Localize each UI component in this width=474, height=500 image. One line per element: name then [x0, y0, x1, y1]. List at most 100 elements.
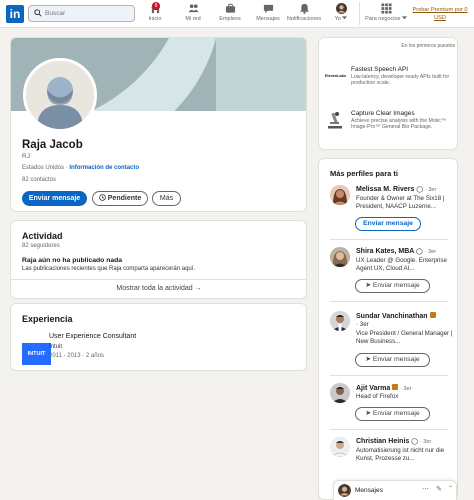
experience-role: User Experience Consultant: [49, 333, 137, 340]
person-avatar-1[interactable]: [330, 185, 350, 205]
person-name-2-text: Shira Kates, MBA: [356, 248, 415, 255]
people-icon: [187, 4, 199, 13]
search-input[interactable]: [45, 7, 133, 20]
person-name-3-text: Sundar Vanchinathan: [356, 313, 428, 320]
person-degree-4: · 3er: [400, 386, 412, 392]
arrow-right-icon: →: [194, 285, 202, 292]
ad-title-2[interactable]: Capture Clear Images: [351, 110, 415, 117]
contact-info-link[interactable]: Información de contacto: [69, 165, 139, 171]
ads-card: En los primeros puestos ElevenLabs Faste…: [318, 37, 458, 150]
contacts-count[interactable]: 82 contactos: [22, 177, 56, 183]
person-degree-1: · 3er: [425, 187, 437, 193]
person-headline-2: UX Leader @ Google. Enterprise Agent UX,…: [356, 257, 447, 272]
experience-company: Intuit: [49, 344, 63, 350]
profile-name: Raja Jacob: [22, 139, 83, 151]
ad-logo-2[interactable]: [325, 110, 345, 130]
compose-icon[interactable]: ✎: [436, 485, 442, 493]
person-message-button-2[interactable]: ➤ Enviar mensaje: [355, 279, 430, 293]
profile-location-line: Estados Unidos · Información de contacto: [22, 165, 139, 171]
briefcase-icon: [225, 3, 235, 13]
person-avatar-4[interactable]: [330, 383, 350, 403]
nav-network[interactable]: Mi red: [180, 3, 206, 22]
nav-notifications[interactable]: Notificaciones: [285, 3, 323, 22]
verified-icon: ◯: [411, 439, 418, 445]
company-logo[interactable]: INTUIT: [22, 343, 51, 365]
show-all-activity-label: Mostrar toda la actividad: [116, 285, 193, 292]
nav-me-label: Yo: [334, 16, 341, 22]
nav-notifications-label: Notificaciones: [286, 16, 322, 22]
nav-home-label: Inicio: [148, 16, 162, 22]
person-avatar-3[interactable]: [330, 311, 350, 331]
people-divider: [330, 239, 448, 240]
ads-label: En los primeros puestos: [401, 43, 455, 49]
person-name-2[interactable]: Shira Kates, MBA ◯ · 3er: [356, 248, 436, 255]
person-headline-3: Vice President / General Manager | New B…: [356, 330, 453, 345]
person-message-label-3: Enviar mensaje: [372, 356, 420, 363]
show-all-activity-link[interactable]: Mostrar toda la actividad →: [11, 285, 306, 292]
more-options-icon[interactable]: ⋯: [422, 485, 429, 493]
ad-logo-1[interactable]: ElevenLabs: [325, 67, 347, 87]
bell-icon: [299, 3, 309, 14]
nav-business[interactable]: Para negocios: [364, 3, 408, 22]
more-button[interactable]: Más: [152, 191, 181, 206]
profile-photo[interactable]: [23, 58, 97, 132]
person-name-1[interactable]: Melissa M. Rivers ◯ · 3er: [356, 186, 436, 193]
linkedin-logo[interactable]: in: [6, 5, 24, 23]
ad-desc-1: Low-latency, developer-ready APIs built …: [351, 74, 450, 86]
search-box[interactable]: [28, 5, 135, 22]
person-avatar-2[interactable]: [330, 247, 350, 267]
send-icon: ➤: [365, 282, 371, 289]
chevron-up-icon[interactable]: ⌃: [448, 485, 453, 492]
clock-icon: [98, 194, 106, 201]
nav-jobs[interactable]: Empleos: [216, 3, 244, 22]
send-message-button[interactable]: Enviar mensaje: [22, 191, 87, 206]
people-card: Más perfiles para ti Melissa M. Rivers ◯…: [318, 158, 458, 500]
person-message-button-1[interactable]: Enviar mensaje: [355, 217, 421, 231]
nav-me[interactable]: Yo: [329, 3, 353, 22]
person-headline-4: Head of Firefox: [356, 393, 399, 400]
activity-card: Actividad 82 seguidores Raja aún no ha p…: [10, 220, 307, 299]
nav-messages[interactable]: Mensajes: [254, 3, 282, 22]
nav-business-label: Para negocios: [365, 16, 401, 22]
linkedin-badge-icon: [429, 312, 436, 318]
people-divider: [330, 375, 448, 376]
nav-divider: [359, 2, 360, 25]
person-degree-5: · 3er: [419, 439, 432, 445]
person-avatar-5[interactable]: [330, 437, 350, 457]
ad-logo-1-text: ElevenLabs: [325, 74, 347, 78]
person-name-4[interactable]: Ajit Varma · 3er: [356, 384, 411, 392]
messaging-avatar: [338, 484, 351, 497]
pending-label: Pendiente: [107, 195, 142, 202]
person-message-button-4[interactable]: ➤ Enviar mensaje: [355, 407, 430, 421]
person-message-label-4: Enviar mensaje: [372, 410, 420, 417]
send-icon: ➤: [365, 356, 371, 363]
person-message-button-3[interactable]: ➤ Enviar mensaje: [355, 353, 430, 367]
linkedin-badge-icon: [392, 384, 399, 390]
experience-dates: 2011 - 2013 · 2 años: [49, 353, 104, 359]
messaging-label: Mensajes: [355, 487, 383, 494]
messaging-bar[interactable]: Mensajes ⋯ ✎ ⌃: [333, 480, 457, 500]
people-divider: [330, 429, 448, 430]
pending-button[interactable]: Pendiente: [92, 191, 148, 206]
ad-title-1[interactable]: Fastest Speech API: [351, 66, 408, 73]
microscope-icon: [328, 112, 342, 129]
followers-count: 82 seguidores: [22, 243, 60, 249]
person-name-5[interactable]: Christian Heinis ◯ · 3er: [356, 438, 431, 445]
premium-link[interactable]: Probar Premium por 0 USD: [410, 6, 470, 22]
person-degree-3: · 3er: [356, 321, 369, 328]
person-message-label-2: Enviar mensaje: [372, 282, 420, 289]
search-icon: [34, 9, 42, 17]
people-title: Más perfiles para ti: [330, 169, 398, 178]
experience-title: Experiencia: [22, 314, 73, 324]
nav-jobs-label: Empleos: [219, 16, 241, 22]
notification-badge: 8: [152, 2, 160, 10]
person-name-3[interactable]: Sundar Vanchinathan: [356, 312, 436, 320]
person-headline-1: Founder & Owner at The Six18 | President…: [356, 195, 445, 210]
chat-icon: [263, 4, 273, 14]
activity-empty-title: Raja aún no ha publicado nada: [22, 257, 123, 264]
person-name-5-text: Christian Heinis: [356, 438, 410, 445]
location-separator: ·: [65, 165, 68, 171]
experience-card: Experiencia INTUIT User Experience Consu…: [10, 303, 307, 371]
chevron-down-icon: [342, 16, 348, 20]
nav-home[interactable]: 8 Inicio: [142, 2, 168, 22]
